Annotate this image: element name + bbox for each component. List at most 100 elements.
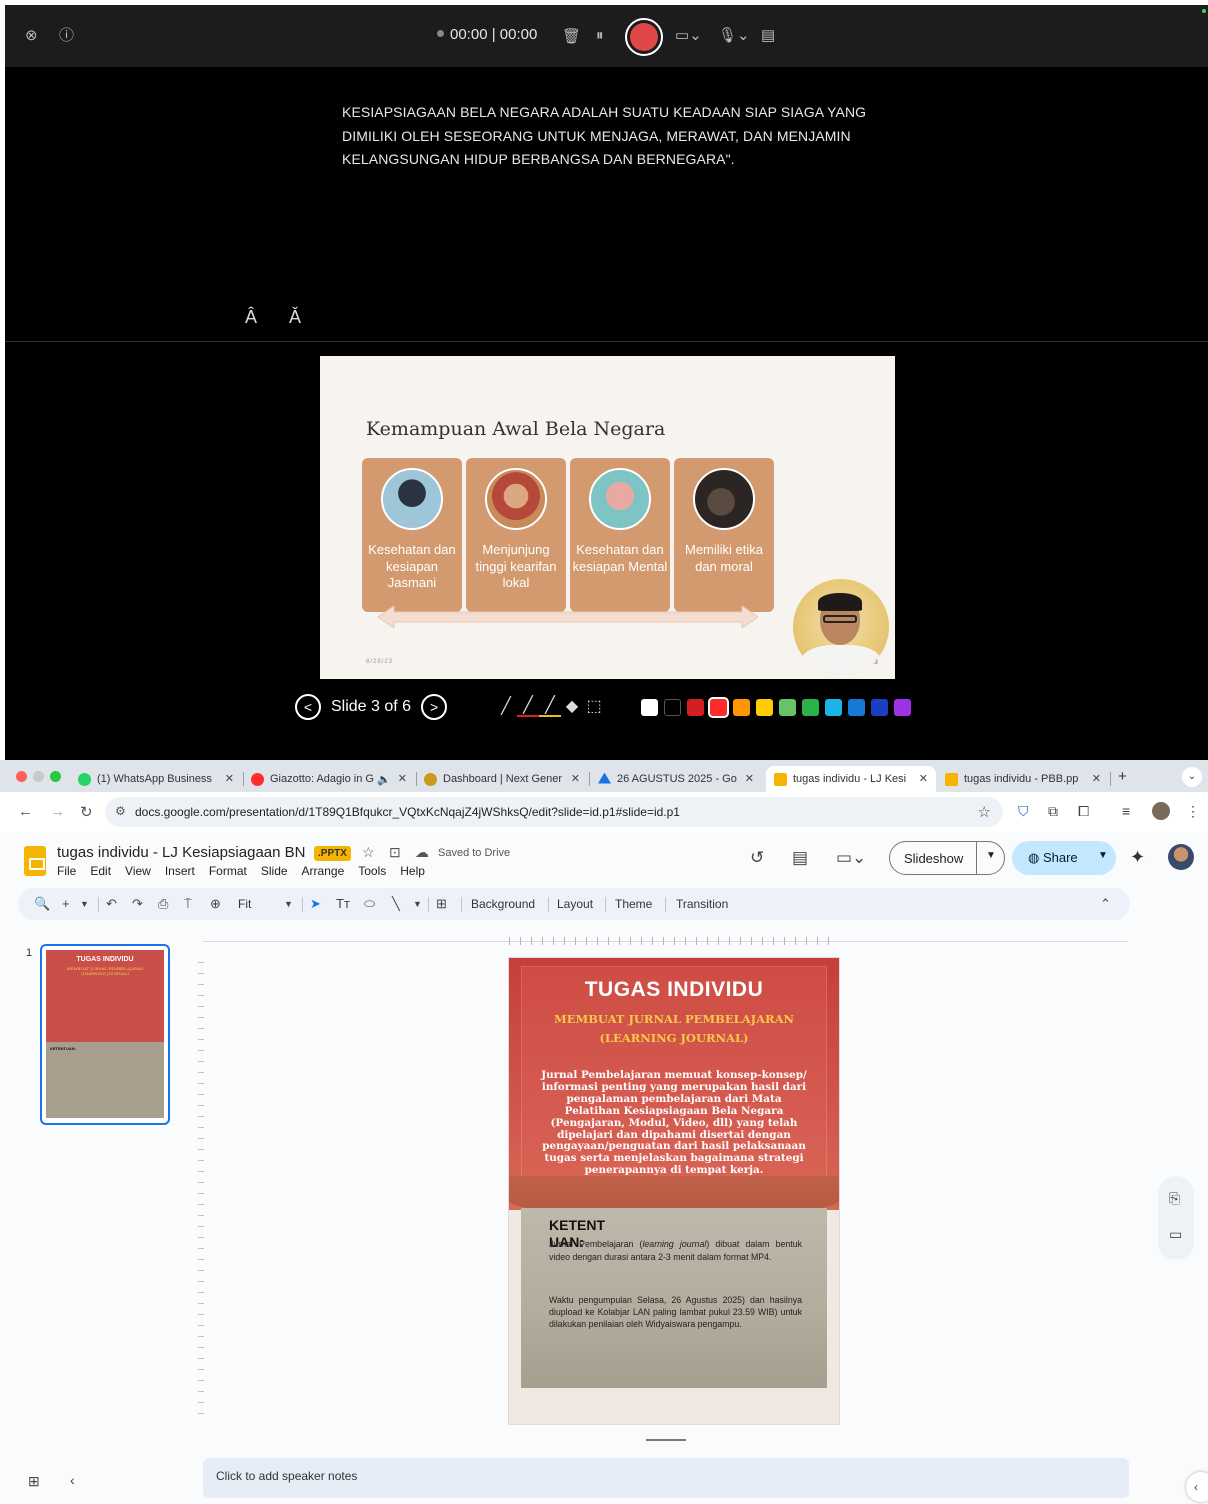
- ketentuan-paragraph-2[interactable]: Waktu pengumpulan Selasa, 26 Agustus 202…: [549, 1294, 802, 1330]
- paint-format-icon[interactable]: ⍑: [184, 896, 192, 912]
- menu-arrange[interactable]: Arrange: [302, 864, 345, 878]
- undo-icon[interactable]: ↶: [106, 896, 117, 912]
- color-swatch[interactable]: [894, 699, 911, 716]
- window-zoom-button[interactable]: [50, 771, 61, 782]
- notes-resize-handle[interactable]: [646, 1439, 686, 1441]
- back-icon[interactable]: ←: [18, 803, 33, 820]
- microphone-icon[interactable]: 🎙⌄: [718, 26, 750, 46]
- user-avatar[interactable]: [1168, 844, 1194, 870]
- tab-active-slides[interactable]: tugas individu - LJ Kesi ✕: [766, 766, 936, 792]
- info-icon[interactable]: ⓘ: [59, 26, 74, 46]
- search-menus-icon[interactable]: 🔍: [34, 896, 50, 912]
- menu-kebab-icon[interactable]: ⋮: [1186, 803, 1200, 820]
- select-icon[interactable]: ⬚: [583, 696, 605, 716]
- color-swatch[interactable]: [708, 697, 729, 718]
- extensions-puzzle-icon[interactable]: ⧠: [1078, 803, 1089, 820]
- menu-edit[interactable]: Edit: [90, 864, 111, 878]
- chevron-down-icon[interactable]: ▼: [413, 899, 422, 909]
- audio-icon[interactable]: 🔈: [377, 773, 391, 786]
- tab-giazotto[interactable]: Giazotto: Adagio in G 🔈 ✕: [251, 766, 411, 792]
- star-icon[interactable]: ☆: [362, 844, 375, 861]
- slide-subtitle[interactable]: MEMBUAT JURNAL PEMBELAJARAN (LEARNING JOU…: [539, 1010, 809, 1048]
- zoom-icon[interactable]: ⊕: [210, 896, 221, 912]
- tab-dashboard[interactable]: Dashboard | Next Gener ✕: [424, 766, 584, 792]
- folder-icon[interactable]: ▭: [1169, 1226, 1182, 1243]
- print-icon[interactable]: ⎙: [158, 896, 168, 912]
- version-history-icon[interactable]: ↺: [750, 848, 764, 868]
- menu-insert[interactable]: Insert: [165, 864, 195, 878]
- pen-thin-icon[interactable]: ╱: [495, 696, 517, 716]
- tab-whatsapp[interactable]: (1) WhatsApp Business ✕: [78, 766, 238, 792]
- collapse-filmstrip-icon[interactable]: ‹: [70, 1472, 75, 1488]
- chevron-down-icon[interactable]: ▼: [80, 899, 89, 909]
- record-button[interactable]: [625, 18, 663, 56]
- shape-icon[interactable]: ⬭: [364, 896, 375, 912]
- close-tab-icon[interactable]: ✕: [225, 772, 234, 785]
- menu-help[interactable]: Help: [400, 864, 425, 878]
- transition-button[interactable]: Transition: [676, 897, 728, 911]
- window-minimize-button[interactable]: [33, 771, 44, 782]
- color-swatch[interactable]: [641, 699, 658, 716]
- next-slide-button[interactable]: >: [421, 694, 448, 720]
- ketentuan-paragraph-1[interactable]: Jurnal Pembelajaran (learning journal) d…: [549, 1238, 802, 1264]
- color-swatch[interactable]: [756, 699, 773, 716]
- background-button[interactable]: Background: [471, 897, 535, 911]
- previous-slide-button[interactable]: <: [295, 694, 321, 720]
- highlighter-icon[interactable]: ╱: [539, 695, 561, 717]
- font-decrease-button[interactable]: Ǎ: [289, 307, 301, 328]
- trash-icon[interactable]: 🗑: [562, 27, 581, 47]
- editor-slide[interactable]: TUGAS INDIVIDU MEMBUAT JURNAL PEMBELAJAR…: [509, 958, 839, 1424]
- webcam-bubble[interactable]: [793, 579, 889, 675]
- close-tab-icon[interactable]: ✕: [398, 772, 407, 785]
- window-close-button[interactable]: [16, 771, 27, 782]
- profile-avatar[interactable]: [1152, 802, 1170, 820]
- chevron-down-icon[interactable]: ▼: [1098, 850, 1108, 861]
- close-tab-icon[interactable]: ✕: [919, 772, 928, 785]
- new-tab-icon[interactable]: +: [1118, 768, 1127, 785]
- extension-translate-icon[interactable]: ⧉: [1048, 803, 1058, 820]
- pen-icon[interactable]: ╱: [517, 695, 539, 717]
- slides-logo-icon[interactable]: [24, 846, 46, 876]
- layout-icon[interactable]: ▤: [761, 26, 775, 46]
- tab-google-drive[interactable]: 26 AGUSTUS 2025 - Go ✕: [598, 766, 758, 792]
- extension-shield-icon[interactable]: ⛉: [1018, 803, 1029, 820]
- pause-icon[interactable]: ⏸: [596, 26, 604, 46]
- eraser-icon[interactable]: ◆: [561, 696, 583, 716]
- redo-icon[interactable]: ↷: [132, 896, 143, 912]
- color-swatch[interactable]: [664, 699, 681, 716]
- color-swatch[interactable]: [802, 699, 819, 716]
- chevron-down-icon[interactable]: ▼: [284, 899, 293, 909]
- collapse-toolbar-icon[interactable]: ⌃: [1100, 896, 1111, 912]
- address-bar[interactable]: ⚙ docs.google.com/presentation/d/1T89Q1B…: [105, 797, 1003, 827]
- keep-icon[interactable]: ⎘: [1169, 1190, 1180, 1207]
- color-swatch[interactable]: [825, 699, 842, 716]
- theme-button[interactable]: Theme: [615, 897, 652, 911]
- line-icon[interactable]: ╲: [392, 896, 400, 912]
- close-tab-icon[interactable]: ✕: [571, 772, 580, 785]
- site-info-icon[interactable]: ⚙: [115, 804, 126, 818]
- close-tab-icon[interactable]: ✕: [745, 772, 754, 785]
- meet-icon[interactable]: ▭⌄: [836, 848, 866, 868]
- comments-icon[interactable]: ▤: [792, 848, 808, 868]
- reload-icon[interactable]: ↻: [80, 803, 93, 821]
- slide-title[interactable]: TUGAS INDIVIDU: [509, 978, 839, 1002]
- select-cursor-icon[interactable]: ➤: [310, 896, 321, 912]
- color-swatch[interactable]: [779, 699, 796, 716]
- grid-view-icon[interactable]: ⊞: [28, 1473, 40, 1490]
- document-title[interactable]: tugas individu - LJ Kesiapsiagaan BN: [57, 844, 305, 861]
- close-tab-icon[interactable]: ✕: [1092, 772, 1101, 785]
- menu-format[interactable]: Format: [209, 864, 247, 878]
- zoom-select[interactable]: Fit: [238, 897, 251, 911]
- cloud-icon[interactable]: ☁: [415, 844, 429, 861]
- share-button[interactable]: ◍ Share ▼: [1012, 841, 1116, 875]
- slideshow-button[interactable]: Slideshow ▼: [889, 841, 1005, 875]
- tab-slides-pbb[interactable]: tugas individu - PBB.pp ✕: [945, 766, 1105, 792]
- filmstrip-thumbnail[interactable]: TUGAS INDIVIDU MEMBUAT JURNAL PEMBELAJAR…: [40, 944, 170, 1125]
- move-folder-icon[interactable]: ⊡: [389, 844, 401, 861]
- text-box-icon[interactable]: Tт: [336, 896, 350, 911]
- new-slide-icon[interactable]: +: [62, 896, 70, 911]
- close-icon[interactable]: ⊗: [25, 26, 38, 46]
- gemini-icon[interactable]: ✦: [1130, 847, 1145, 868]
- font-increase-button[interactable]: Â: [245, 307, 257, 328]
- menu-tools[interactable]: Tools: [358, 864, 386, 878]
